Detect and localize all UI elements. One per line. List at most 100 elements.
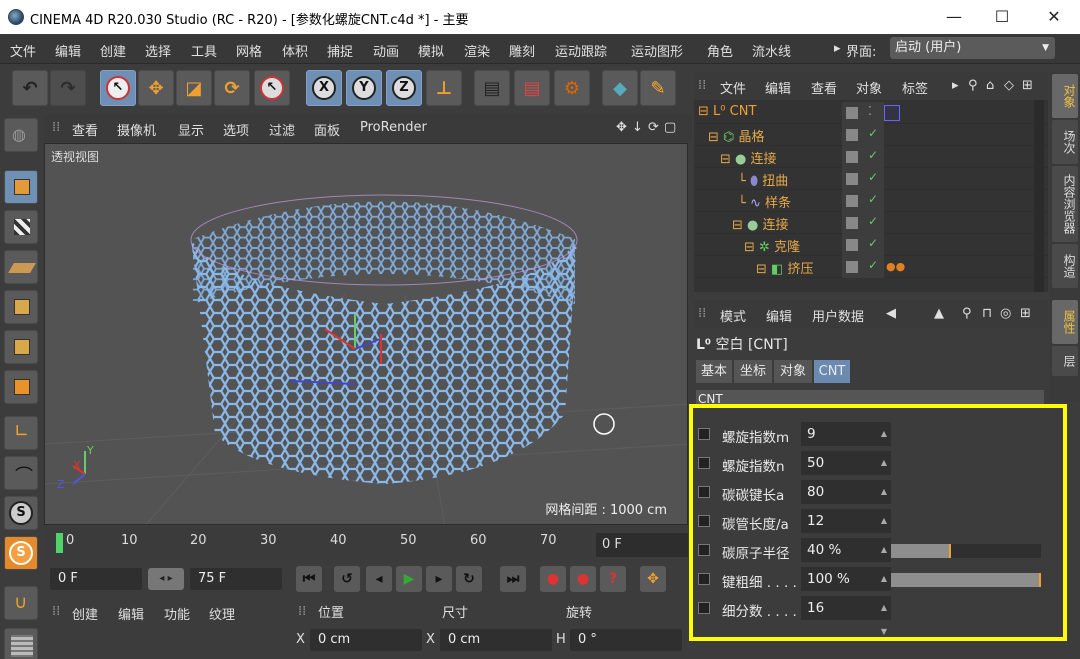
size-x-field[interactable]: 0 cm <box>440 629 552 651</box>
am-tab-basic[interactable]: 基本 <box>696 360 732 383</box>
viewport-menu-view[interactable]: 查看 <box>72 120 98 139</box>
search-icon[interactable]: ⚲ <box>962 306 972 321</box>
om-scrollbar[interactable] <box>1034 100 1044 292</box>
viewport-menu-display[interactable]: 显示 <box>178 120 204 139</box>
magnet-button[interactable]: ∪ <box>4 586 38 620</box>
move-button[interactable]: ✥ <box>138 70 174 106</box>
pos-x-field[interactable]: 0 cm <box>310 629 422 651</box>
object-flags[interactable]: ✓ <box>842 190 884 212</box>
tab-objects[interactable]: 对象 <box>1052 74 1078 118</box>
tab-layers[interactable]: 层 <box>1052 346 1078 376</box>
back-arrow-icon[interactable]: ◀ <box>886 306 896 321</box>
object-flags[interactable]: ✓ <box>842 212 884 234</box>
tab-takes[interactable]: 场次 <box>1052 120 1078 164</box>
viewport-move-icon[interactable]: ✥ <box>616 120 627 135</box>
position-key-button[interactable]: ✥ <box>640 566 666 592</box>
object-row-cnt[interactable]: ⊟ L⁰ CNT ⁚ <box>694 102 1048 124</box>
user-data-tag-icon[interactable] <box>884 105 900 121</box>
points-mode-button[interactable] <box>4 290 38 324</box>
z-axis-lock-button[interactable]: Z <box>386 70 422 106</box>
keyframe-selection-button[interactable]: ? <box>600 566 626 592</box>
tweak-mode-button[interactable]: ⌒ <box>4 456 38 490</box>
y-axis-lock-button[interactable]: Y <box>346 70 382 106</box>
menu-render[interactable]: 渲染 <box>464 41 490 60</box>
range-slider[interactable]: ◂ ▸ <box>148 568 184 590</box>
om-more-icon[interactable]: ▸ <box>952 78 959 93</box>
prev-frame-button[interactable]: ◂ <box>366 566 392 592</box>
viewport-rotate-icon[interactable]: ⟳ <box>648 120 659 135</box>
object-flags[interactable]: ⁚ <box>842 102 884 124</box>
om-menu-edit[interactable]: 编辑 <box>765 78 791 97</box>
menu-edit[interactable]: 编辑 <box>55 41 81 60</box>
edges-mode-button[interactable] <box>4 330 38 364</box>
object-row-connect[interactable]: ⊟ ● 连接 ✓ <box>694 146 1048 168</box>
tab-attributes[interactable]: 属性 <box>1052 300 1078 344</box>
model-mode-button[interactable] <box>4 170 38 204</box>
timeline-ruler[interactable]: 0 10 20 30 40 50 60 70 <box>44 527 592 559</box>
am-menu-mode[interactable]: 模式 <box>720 306 746 325</box>
menu-create[interactable]: 创建 <box>100 41 126 60</box>
undo-button[interactable]: ↶ <box>12 70 48 106</box>
cube-button[interactable]: ◆ <box>602 70 638 106</box>
menu-sculpt[interactable]: 雕刻 <box>509 41 535 60</box>
maximize-button[interactable]: ☐ <box>982 4 1022 30</box>
x-axis-lock-button[interactable]: X <box>306 70 342 106</box>
go-to-start-button[interactable]: ⏮ <box>296 566 322 592</box>
menu-simulate[interactable]: 模拟 <box>418 41 444 60</box>
material-menu-create[interactable]: 创建 <box>72 604 98 623</box>
snap-settings-button[interactable]: S <box>4 536 38 570</box>
menu-pipeline[interactable]: 流水线 <box>752 41 791 60</box>
play-button[interactable]: ▶ <box>396 566 422 592</box>
object-flags[interactable]: ✓ <box>842 168 884 190</box>
autokey-button[interactable]: ● <box>570 566 596 592</box>
menu-motion-tracking[interactable]: 运动跟踪 <box>555 41 607 60</box>
object-row-twist[interactable]: └ ⬮ 扭曲 ✓ <box>694 168 1048 190</box>
object-row-spline[interactable]: └ ∿ 样条 ✓ <box>694 190 1048 212</box>
object-row-cloner[interactable]: ⊟ ✲ 克隆 ✓ <box>694 234 1048 256</box>
menu-volume[interactable]: 体积 <box>282 41 308 60</box>
up-arrow-icon[interactable]: ▲ <box>934 306 944 321</box>
snap-button[interactable]: S <box>4 496 38 530</box>
workplane-mode-button[interactable] <box>4 250 38 284</box>
polygons-mode-button[interactable] <box>4 370 38 404</box>
render-picture-viewer-button[interactable]: ▤ <box>514 70 550 106</box>
axis-mode-button[interactable]: ∟ <box>4 416 38 450</box>
menu-mesh[interactable]: 网格 <box>236 41 262 60</box>
lock-icon[interactable]: ⊓ <box>982 306 992 321</box>
perspective-viewport[interactable]: Y X Z 透视视图 网格间距 : 1000 cm <box>44 143 688 525</box>
am-tab-cnt[interactable]: CNT <box>814 360 850 383</box>
viewport-zoom-icon[interactable]: ↓ <box>632 120 643 135</box>
end-frame-field[interactable]: 75 F <box>190 568 282 590</box>
object-row-lattice[interactable]: ⊟ ⌬ 晶格 ✓ <box>694 124 1048 146</box>
tab-structure[interactable]: 构造 <box>1052 244 1078 288</box>
menu-file[interactable]: 文件 <box>10 41 36 60</box>
object-flags[interactable]: ✓ <box>842 234 884 256</box>
object-flags[interactable]: ✓ <box>842 256 884 278</box>
om-home-icon[interactable]: ⌂ <box>986 78 994 93</box>
om-new-panel-icon[interactable]: ⊞ <box>1022 78 1033 93</box>
layout-dropdown[interactable]: 启动 (用户) ▼ <box>890 37 1055 59</box>
om-search-icon[interactable]: ⚲ <box>968 78 978 93</box>
texture-mode-button[interactable] <box>4 210 38 244</box>
scale-button[interactable]: ◪ <box>176 70 212 106</box>
new-panel-icon[interactable]: ⊞ <box>1020 306 1031 321</box>
material-menu-edit[interactable]: 编辑 <box>118 604 144 623</box>
viewport-menu-prorender[interactable]: ProRender <box>360 120 427 135</box>
live-select-button[interactable]: ↖ <box>100 70 136 106</box>
menu-character[interactable]: 角色 <box>707 41 733 60</box>
go-to-end-button[interactable]: ⏭ <box>500 566 526 592</box>
object-row-connect-2[interactable]: ⊟ ● 连接 ✓ <box>694 212 1048 234</box>
tab-content-browser[interactable]: 内容浏览器 <box>1052 166 1078 242</box>
make-editable-button[interactable]: ◍ <box>4 118 38 152</box>
am-menu-edit[interactable]: 编辑 <box>766 306 792 325</box>
material-menu-texture[interactable]: 纹理 <box>209 604 235 623</box>
workplane-grid-button[interactable] <box>4 628 38 659</box>
om-filter-icon[interactable]: ◇ <box>1004 78 1014 93</box>
close-button[interactable]: ✕ <box>1034 4 1074 30</box>
om-menu-view[interactable]: 查看 <box>811 78 837 97</box>
object-flags[interactable]: ✓ <box>842 146 884 168</box>
prev-keyframe-button[interactable]: ↺ <box>334 566 360 592</box>
material-menu-function[interactable]: 功能 <box>164 604 190 623</box>
menu-snap[interactable]: 捕捉 <box>327 41 353 60</box>
coordinate-system-button[interactable]: ⊥ <box>426 70 462 106</box>
